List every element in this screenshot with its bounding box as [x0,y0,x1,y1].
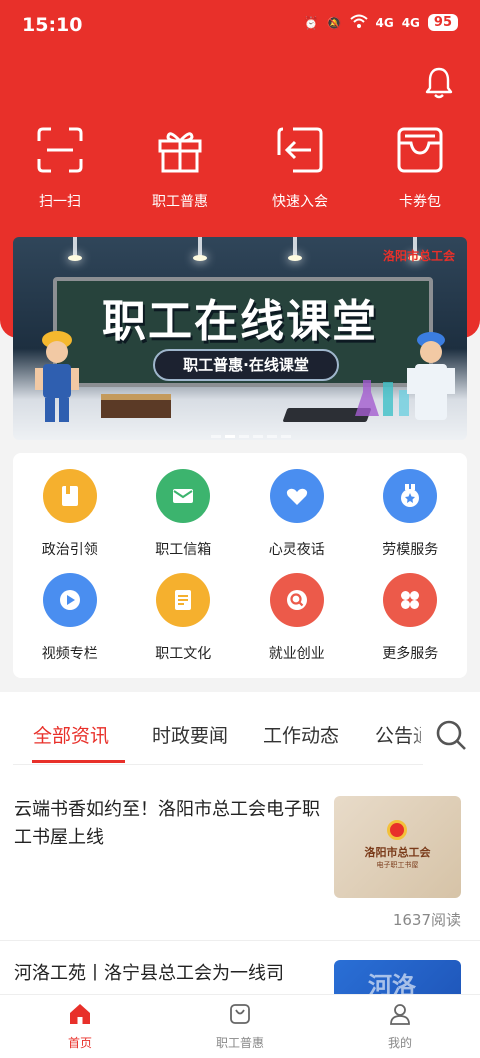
service-mailbox[interactable]: 职工信箱 [127,469,241,573]
news-title: 河洛工苑丨洛宁县总工会为一线司 [14,963,284,984]
status-bar: 15:10 ⏰ 🔕 4G 4G 95 [0,0,480,50]
quick-action-label: 扫一扫 [39,194,81,210]
worker-illustration [35,331,79,422]
alarm-icon: ⏰ [303,15,319,30]
services-card: 政治引领 职工信箱 心灵夜话 劳模服务 视频专栏 职工文化 就业创业 更多服务 [13,453,467,678]
service-politics[interactable]: 政治引领 [13,469,127,573]
service-label: 更多服务 [382,646,439,662]
carousel-dot[interactable] [253,435,263,438]
carousel-dot[interactable] [267,435,277,438]
carousel-dot[interactable] [211,435,221,438]
nav-label: 职工普惠 [215,1036,264,1050]
lamp-decoration [68,237,82,261]
status-time: 15:10 [22,14,83,36]
union-logo-icon [387,820,407,840]
quick-action-benefits[interactable]: 职工普惠 [120,125,240,211]
signal-icon: 4G [401,15,420,30]
banner-subtitle: 职工普惠·在线课堂 [153,349,339,381]
thumbnail-subtitle: 电子职工书屋 [376,861,419,869]
user-icon [390,1004,410,1025]
nav-label: 首页 [67,1036,92,1050]
service-label: 职工信箱 [155,542,212,558]
quick-action-scan[interactable]: 扫一扫 [0,125,120,211]
quick-action-label: 卡券包 [399,194,441,210]
books-illustration [101,394,171,418]
service-label: 心灵夜话 [268,542,325,558]
quick-action-wallet[interactable]: 卡券包 [360,125,480,211]
lamp-decoration [193,237,207,261]
service-label: 政治引领 [41,542,98,558]
signal-icon: 4G [375,15,394,30]
nav-home[interactable]: 首页 [0,995,160,1058]
battery-icon: 95 [427,14,458,31]
divider [13,764,423,765]
news-title: 云端书香如约至！洛阳市总工会电子职工书屋上线 [14,799,320,848]
search-icon[interactable] [434,718,468,752]
quick-action-join[interactable]: 快速入会 [240,125,360,211]
carousel-indicator [211,435,291,438]
home-icon [70,1004,90,1024]
scientist-illustration [407,332,455,420]
nav-label: 我的 [387,1036,412,1050]
tab-fade [410,712,436,752]
join-icon [277,127,323,173]
nav-mine[interactable]: 我的 [320,995,480,1058]
service-label: 职工文化 [155,646,212,662]
tab-all-news[interactable]: 全部资讯 [33,721,109,748]
more-icon [383,573,438,627]
carousel-dot[interactable] [281,435,291,438]
document-icon [156,573,211,627]
thumbnail-title: 洛阳市总工会 [364,846,431,859]
bottom-nav: 首页 职工普惠 我的 [0,994,480,1058]
lamp-decoration [288,237,302,261]
banner-logo: 洛阳市总工会 [382,249,455,263]
service-more[interactable]: 更多服务 [354,573,468,677]
quick-action-label: 职工普惠 [152,194,208,210]
service-label: 劳模服务 [382,542,439,558]
play-icon [42,573,97,627]
medal-icon [383,469,438,523]
gift-icon [158,132,202,173]
nav-benefits[interactable]: 职工普惠 [160,995,320,1058]
wallet-icon [397,127,443,173]
service-employment[interactable]: 就业创业 [240,573,354,677]
service-video[interactable]: 视频专栏 [13,573,127,677]
service-label: 视频专栏 [41,646,98,662]
banner-carousel[interactable]: 洛阳市总工会 职工在线课堂 职工普惠·在线课堂 [13,237,467,440]
bell-icon[interactable] [424,66,454,100]
book-icon [42,469,97,523]
quick-actions: 扫一扫 职工普惠 快速入会 卡券包 [0,125,480,211]
status-icons: ⏰ 🔕 4G 4G 95 [304,14,458,31]
wifi-icon [349,14,368,31]
search-job-icon [269,573,324,627]
tab-politics-news[interactable]: 时政要闻 [152,721,228,748]
news-tabs: 全部资讯 时政要闻 工作动态 公告通 [0,692,480,766]
service-culture[interactable]: 职工文化 [127,573,241,677]
service-model-worker[interactable]: 劳模服务 [354,469,468,573]
carousel-dot[interactable] [239,435,249,438]
quick-action-label: 快速入会 [272,194,328,210]
news-read-count: 1637阅读 [392,911,461,929]
tab-active-indicator [32,760,125,763]
divider [0,940,480,941]
bag-icon [230,1004,250,1024]
scan-icon [37,127,83,173]
service-night-talk[interactable]: 心灵夜话 [240,469,354,573]
hearts-icon [269,469,324,523]
tab-work-updates[interactable]: 工作动态 [263,721,339,748]
mail-icon [156,469,211,523]
carousel-dot[interactable] [225,435,235,438]
service-label: 就业创业 [268,646,325,662]
news-thumbnail: 洛阳市总工会 电子职工书屋 [334,796,461,898]
mute-icon: 🔕 [326,15,342,30]
news-section: 全部资讯 时政要闻 工作动态 公告通 云端书香如约至！洛阳市总工会电子职工书屋上… [0,692,480,1058]
